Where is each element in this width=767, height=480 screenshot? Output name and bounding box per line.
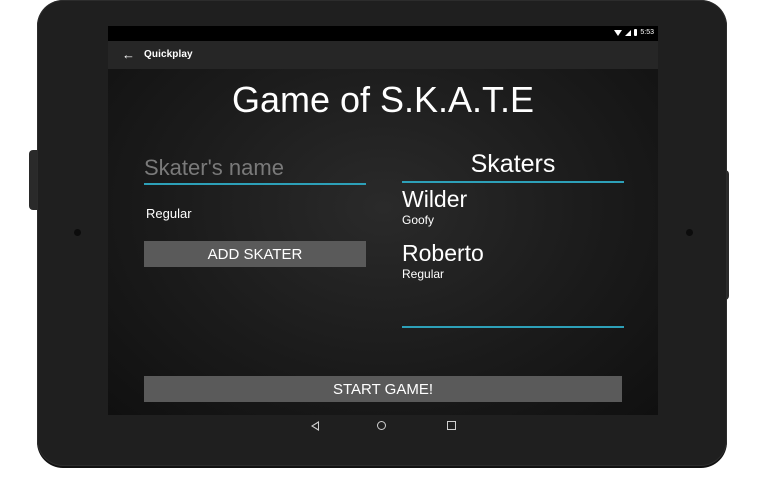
skater-list-divider xyxy=(402,326,624,328)
square-recent-icon[interactable] xyxy=(447,421,456,430)
stance-selector[interactable]: Regular xyxy=(146,206,192,221)
page-title: Game of S.K.A.T.E xyxy=(231,79,535,120)
front-sensor-right xyxy=(686,229,693,236)
triangle-back-icon[interactable] xyxy=(311,421,319,431)
add-skater-button[interactable]: ADD SKATER xyxy=(144,241,366,267)
wifi-icon xyxy=(614,29,623,36)
status-bar: 5:53 xyxy=(108,26,658,41)
arrow-left-icon[interactable]: ← xyxy=(122,46,135,64)
skater-name: Wilder xyxy=(402,186,468,212)
battery-icon xyxy=(634,29,638,36)
skater-stance: Goofy xyxy=(402,213,435,227)
status-time: 5:53 xyxy=(640,29,654,36)
skaters-header: Skaters xyxy=(402,149,624,183)
action-bar-title: Quickplay xyxy=(144,49,193,60)
signal-icon xyxy=(625,29,632,36)
skater-list-item[interactable]: Wilder Goofy xyxy=(402,186,467,228)
main-content: Game of S.K.A.T.E Regular ADD SKATER Ska… xyxy=(108,69,658,415)
status-icons: 5:53 xyxy=(614,29,654,36)
skater-list-item[interactable]: Roberto Regular xyxy=(402,240,484,282)
action-bar: ← Quickplay xyxy=(108,41,658,69)
device-screen: 5:53 ← Quickplay Game of S.K.A.T.E Regul… xyxy=(108,26,658,415)
front-sensor-left xyxy=(74,229,81,236)
start-game-button[interactable]: START GAME! xyxy=(144,376,622,402)
skater-stance: Regular xyxy=(402,267,445,281)
skater-name-input[interactable] xyxy=(144,153,366,185)
skater-name: Roberto xyxy=(402,240,484,266)
circle-home-icon[interactable] xyxy=(377,421,386,430)
